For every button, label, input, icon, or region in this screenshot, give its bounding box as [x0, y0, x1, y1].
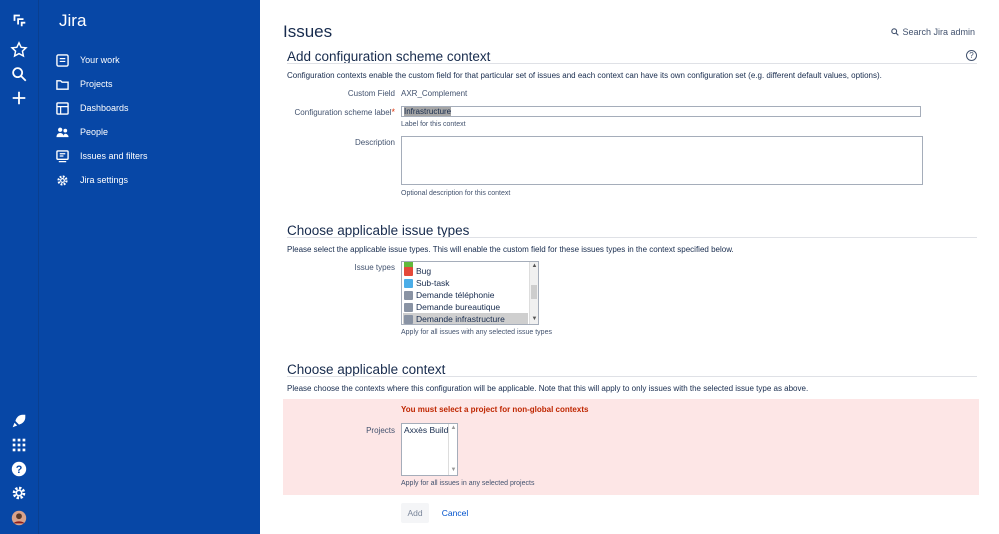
sidebar-item-dashboards[interactable]: Dashboards [55, 98, 129, 118]
sidebar-item-label: People [80, 127, 109, 137]
issues-icon [55, 149, 69, 163]
description-label: Description [354, 138, 395, 147]
issue-types-label: Issue types [354, 263, 395, 272]
scroll-down-icon[interactable]: ▼ [449, 466, 457, 475]
sidebar-item-label: Your work [80, 55, 120, 65]
cancel-link[interactable]: Cancel [439, 503, 471, 523]
custom-field-value: AXR_Complement [401, 89, 468, 98]
scheme-label-help: Label for this context [401, 121, 466, 128]
avatar[interactable] [9, 508, 29, 528]
search-icon [891, 28, 900, 36]
app-switcher-icon[interactable] [9, 435, 29, 455]
section-heading-add-context: Add configuration scheme context [287, 49, 491, 64]
people-icon [55, 125, 69, 139]
custom-field-label: Custom Field [347, 89, 395, 98]
create-plus-icon[interactable] [9, 88, 29, 108]
help-circle-icon[interactable]: ? [966, 50, 977, 61]
main-content: Issues Search Jira admin ? Add configura… [260, 0, 999, 534]
sidebar-item-label: Dashboards [80, 103, 129, 113]
search-jira-admin-link[interactable]: Search Jira admin [891, 27, 975, 37]
folder-icon [55, 77, 69, 91]
scheme-label-field-label: Configuration scheme label* [294, 107, 395, 117]
bug-icon [404, 266, 413, 276]
dashboard-icon [55, 101, 69, 115]
sidebar-item-label: Projects [80, 79, 113, 89]
sidebar: Jira Your work Projects Dashboards Peopl… [38, 0, 260, 534]
issue-type-icon [404, 302, 413, 312]
sidebar-title: Jira [59, 11, 87, 30]
sidebar-item-projects[interactable]: Projects [55, 74, 113, 94]
sidebar-item-label: Jira settings [80, 175, 129, 185]
help-icon[interactable]: ? [9, 459, 29, 479]
add-button[interactable]: Add [401, 503, 429, 523]
svg-text:?: ? [16, 464, 23, 476]
description-textarea[interactable] [401, 136, 923, 185]
sidebar-item-jira-settings[interactable]: Jira settings [55, 170, 128, 190]
scheme-label-input[interactable]: Infrastructure [401, 106, 921, 117]
projects-label: Projects [366, 426, 395, 435]
error-panel [283, 399, 979, 495]
list-item-selected[interactable]: Demande infrastructure [403, 313, 528, 324]
scroll-up-icon[interactable]: ▲ [530, 262, 538, 271]
error-message: You must select a project for non-global… [401, 405, 589, 414]
rocket-icon[interactable] [9, 411, 29, 431]
page-title: Issues [283, 22, 333, 41]
section-description: Please select the applicable issue types… [287, 245, 734, 254]
description-help: Optional description for this context [401, 190, 511, 197]
search-icon[interactable] [9, 64, 29, 84]
sidebar-item-your-work[interactable]: Your work [55, 50, 120, 70]
divider [287, 237, 977, 238]
sidebar-item-label: Issues and filters [80, 151, 148, 161]
star-icon[interactable] [9, 40, 29, 60]
projects-scrollbar[interactable]: ▲ ▼ [448, 424, 457, 475]
projects-help: Apply for all issues in any selected pro… [401, 480, 535, 487]
projects-listbox[interactable]: Axxès Build ▲ ▼ [401, 423, 458, 476]
search-admin-label: Search Jira admin [902, 27, 975, 37]
issue-types-scrollbar[interactable]: ▲ ▼ [529, 262, 538, 324]
list-item[interactable]: Bug [403, 265, 528, 277]
section-description: Configuration contexts enable the custom… [287, 71, 882, 80]
gear-icon [55, 173, 69, 187]
issue-type-icon [404, 314, 413, 324]
list-item[interactable]: Demande téléphonie [403, 289, 528, 301]
divider [287, 376, 977, 377]
your-work-icon [55, 53, 69, 67]
list-item[interactable]: Sub-task [403, 277, 528, 289]
list-item[interactable]: Axxès Build [403, 424, 449, 436]
section-heading-context: Choose applicable context [287, 362, 446, 377]
section-description: Please choose the contexts where this co… [287, 384, 809, 393]
sidebar-item-people[interactable]: People [55, 122, 108, 142]
list-item[interactable]: Demande bureautique [403, 301, 528, 313]
global-nav: ? [0, 0, 38, 534]
settings-icon[interactable] [9, 483, 29, 503]
required-asterisk: * [391, 107, 395, 117]
issue-types-listbox[interactable]: Bug Sub-task Demande téléphonie Demande … [401, 261, 539, 325]
sidebar-item-issues-and-filters[interactable]: Issues and filters [55, 146, 148, 166]
subtask-icon [404, 278, 413, 288]
section-heading-issue-types: Choose applicable issue types [287, 223, 470, 238]
scroll-down-icon[interactable]: ▼ [530, 315, 538, 324]
jira-logo-icon[interactable] [9, 10, 29, 30]
issue-type-icon [404, 290, 413, 300]
scroll-thumb[interactable] [531, 285, 537, 299]
scroll-up-icon[interactable]: ▲ [449, 424, 457, 433]
divider [287, 63, 977, 64]
issue-types-help: Apply for all issues with any selected i… [401, 329, 552, 336]
